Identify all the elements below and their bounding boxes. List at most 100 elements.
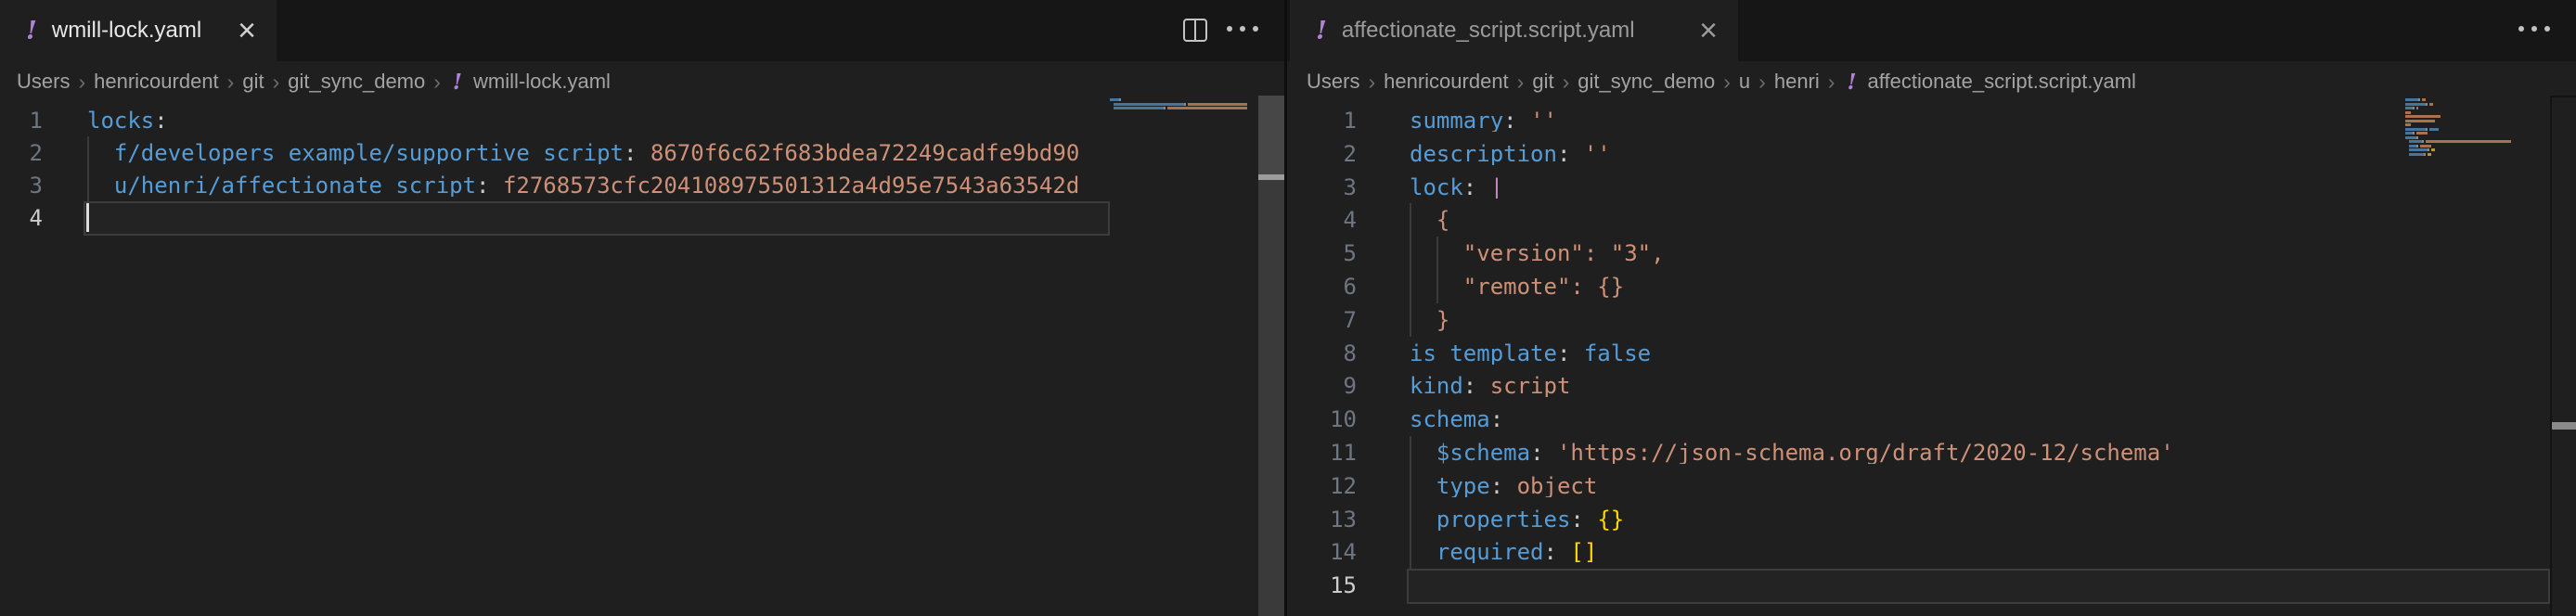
token-plain	[1570, 143, 1583, 165]
token-plain	[1476, 176, 1489, 199]
token-key: required	[1436, 541, 1544, 563]
line-number: 11	[1282, 442, 1357, 464]
yaml-file-icon: !	[26, 17, 37, 45]
breadcrumb-segment[interactable]: henricourdent	[1384, 70, 1509, 94]
token-str: '	[2160, 442, 2173, 464]
breadcrumb-file[interactable]: wmill-lock.yaml	[473, 70, 611, 94]
close-tab-icon[interactable]: ×	[1699, 15, 1718, 46]
line-number: 2	[1282, 143, 1357, 165]
line-number: 1	[0, 109, 43, 132]
code-line[interactable]: required: []	[1410, 541, 2550, 563]
breadcrumb-segment[interactable]: henricourdent	[94, 70, 219, 94]
token-plain	[1410, 442, 1436, 464]
yaml-file-icon: !	[1847, 70, 1856, 95]
breadcrumb-segment[interactable]: Users	[17, 70, 70, 94]
minimap-line	[1188, 103, 1247, 106]
minimap-line	[1114, 103, 1184, 106]
current-line-highlight	[84, 201, 1110, 236]
breadcrumb-file[interactable]: affectionate_script.script.yaml	[1868, 70, 2136, 94]
token-punc: :	[1557, 143, 1570, 165]
token-key: schema	[1410, 408, 1490, 430]
breadcrumb-segment[interactable]: git_sync_demo	[288, 70, 425, 94]
token-plain	[1570, 342, 1583, 365]
token-plain	[1544, 442, 1557, 464]
line-number: 2	[0, 142, 43, 164]
token-punc: :	[1557, 342, 1570, 365]
minimap-line	[2426, 103, 2428, 106]
more-actions-icon[interactable]	[2518, 26, 2550, 32]
code-line[interactable]: schema:	[1410, 408, 2550, 430]
token-key: u/henri/affectionate_script	[114, 174, 476, 197]
token-punc: :	[1463, 176, 1476, 199]
chevron-right-icon: ›	[433, 70, 441, 95]
code-line[interactable]: properties: {}	[1410, 508, 2550, 531]
code-line[interactable]: lock: |	[1410, 176, 2550, 199]
overview-ruler-cursor-marker	[2552, 422, 2576, 430]
code-line[interactable]: }	[1410, 309, 2550, 331]
token-plain	[1410, 541, 1436, 563]
token-key: type	[1436, 475, 1490, 497]
breadcrumb-segment[interactable]: git	[242, 70, 264, 94]
breadcrumb-segment[interactable]: u	[1739, 70, 1750, 94]
code-line[interactable]: "remote": {}	[1410, 276, 2550, 298]
token-link: https://json-schema.org/draft/2020-12/sc…	[1570, 442, 2160, 464]
line-number: 8	[1282, 342, 1357, 365]
line-number: 14	[1282, 541, 1357, 563]
code-line[interactable]: {	[1410, 209, 2550, 231]
token-str: ''	[1584, 143, 1611, 165]
token-str: "version": "3",	[1410, 242, 1665, 264]
close-tab-icon[interactable]: ×	[238, 15, 256, 46]
token-plain	[490, 174, 503, 197]
breadcrumb-segment[interactable]: henri	[1774, 70, 1820, 94]
minimap-line	[2416, 132, 2428, 135]
tab-affectionate-script[interactable]: ! affectionate_script.script.yaml ×	[1290, 0, 1738, 61]
code-line[interactable]: u/henri/affectionate_script: f2768573cfc…	[87, 174, 1110, 197]
minimap[interactable]	[1110, 97, 1256, 190]
code-line[interactable]: kind: script	[1410, 375, 2550, 397]
code-line[interactable]: f/developers_example/supportive_script: …	[87, 142, 1110, 164]
token-punc: :	[1544, 541, 1557, 563]
breadcrumb-segment[interactable]: git_sync_demo	[1578, 70, 1715, 94]
token-plain	[87, 174, 114, 197]
overview-ruler-border	[2550, 96, 2576, 97]
code-line[interactable]: locks:	[87, 109, 1110, 132]
code-line[interactable]: description: ''	[1410, 143, 2550, 165]
token-punc: :	[624, 142, 637, 164]
breadcrumb-segment[interactable]: Users	[1307, 70, 1359, 94]
breadcrumb-segment[interactable]: git	[1532, 70, 1553, 94]
token-pipe: |	[1490, 176, 1503, 199]
line-number: 13	[1282, 508, 1357, 531]
minimap-line	[2413, 132, 2415, 135]
scrollbar-track[interactable]	[1258, 180, 1284, 616]
token-key: is_template	[1410, 342, 1557, 365]
more-actions-icon[interactable]	[1227, 26, 1258, 32]
line-number: 9	[1282, 375, 1357, 397]
line-number: 5	[1282, 242, 1357, 264]
yaml-file-icon: !	[1316, 17, 1327, 45]
minimap-line	[2418, 98, 2420, 101]
code-line[interactable]: "version": "3",	[1410, 242, 2550, 264]
minimap-line	[2405, 132, 2413, 135]
scrollbar-thumb[interactable]	[1258, 96, 1284, 174]
minimap-line	[1119, 98, 1121, 101]
split-editor-icon[interactable]	[1183, 19, 1207, 42]
token-str: script	[1490, 375, 1571, 397]
code-line[interactable]: summary: ''	[1410, 109, 2550, 132]
chevron-right-icon: ›	[1517, 70, 1525, 95]
token-plain	[1557, 541, 1570, 563]
token-str: {	[1410, 209, 1449, 231]
token-str: f2768573cfc204108975501312a4d95e7543a635…	[503, 174, 1079, 197]
line-number: 3	[1282, 176, 1357, 199]
code-line[interactable]: type: object	[1410, 475, 2550, 497]
tab-title: wmill-lock.yaml	[52, 18, 201, 44]
minimap-line	[1184, 103, 1186, 106]
token-key: lock	[1410, 176, 1463, 199]
code-line[interactable]: is_template: false	[1410, 342, 2550, 365]
tab-wmill-lock[interactable]: ! wmill-lock.yaml ×	[0, 0, 277, 61]
token-punc: :	[154, 109, 167, 132]
minimap-line	[2422, 98, 2426, 101]
code-line[interactable]: $schema: 'https://json-schema.org/draft/…	[1410, 442, 2550, 464]
token-plain	[87, 142, 114, 164]
token-punc: :	[1463, 375, 1476, 397]
token-str: ''	[1530, 109, 1557, 132]
